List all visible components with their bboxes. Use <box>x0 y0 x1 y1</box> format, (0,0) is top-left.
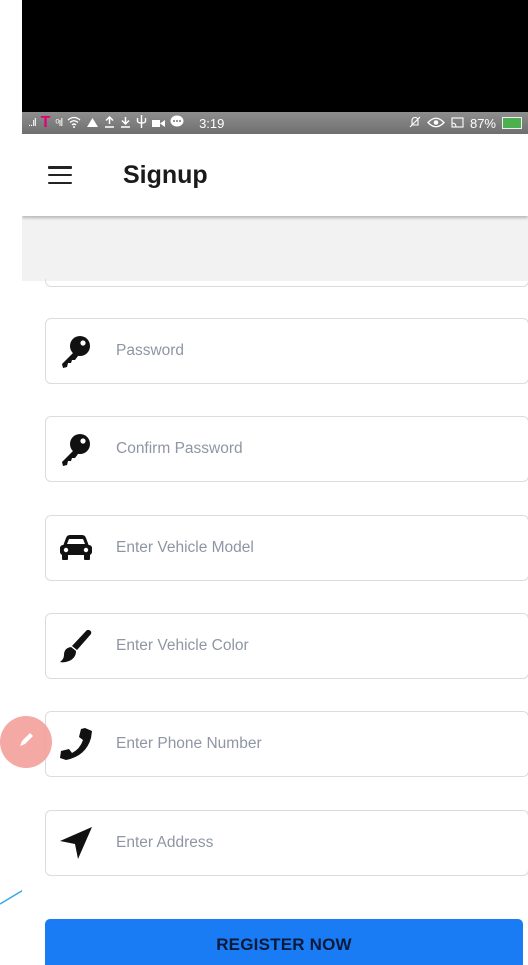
battery-icon <box>502 117 522 129</box>
t-mobile-icon: T <box>40 114 51 131</box>
vehicle-model-field[interactable] <box>45 515 528 581</box>
edit-fab[interactable] <box>0 716 52 768</box>
phone-number-field[interactable] <box>45 711 528 777</box>
location-arrow-icon <box>56 823 96 863</box>
hamburger-menu-icon[interactable] <box>48 166 72 184</box>
password-input[interactable] <box>116 342 496 360</box>
phone-number-input[interactable] <box>116 735 496 753</box>
usb-icon <box>136 115 147 131</box>
signal-icon: ᵒıl <box>55 117 63 129</box>
wifi-icon <box>67 116 81 131</box>
car-icon <box>56 528 96 568</box>
paintbrush-icon <box>56 626 96 666</box>
address-field[interactable] <box>45 810 528 876</box>
signal-icon: ..ıl <box>28 117 37 129</box>
phone-icon <box>56 724 96 764</box>
chat-icon <box>170 115 184 131</box>
phone-screen: ..ıl T ᵒıl 3:19 87% Signup Enter Vehicle… <box>22 0 528 965</box>
scrolled-field-edge <box>45 279 528 287</box>
vehicle-color-input[interactable] <box>116 637 496 655</box>
pencil-icon <box>16 730 36 755</box>
eye-icon <box>427 116 445 131</box>
key-icon <box>56 331 96 371</box>
vehicle-color-field[interactable] <box>45 613 528 679</box>
confirm-password-field[interactable] <box>45 416 528 482</box>
status-bar: ..ıl T ᵒıl 3:19 87% <box>22 112 528 134</box>
register-now-button[interactable]: REGISTER NOW <box>45 919 523 965</box>
download-icon <box>120 116 131 131</box>
notification-icon <box>86 116 99 131</box>
upload-icon <box>104 115 115 131</box>
status-time: 3:19 <box>199 115 225 131</box>
content-header-band <box>22 216 528 281</box>
camera-notch-area <box>22 0 528 112</box>
cast-icon <box>451 116 464 131</box>
confirm-password-input[interactable] <box>116 440 496 458</box>
vehicle-model-input[interactable] <box>116 539 496 557</box>
app-bar: Signup <box>22 134 528 216</box>
battery-percent: 87% <box>469 115 496 131</box>
mute-icon <box>409 116 421 131</box>
address-input[interactable] <box>116 834 496 852</box>
password-field[interactable] <box>45 318 528 384</box>
video-icon <box>152 116 166 131</box>
page-title: Signup <box>123 160 208 189</box>
key-icon <box>56 429 96 469</box>
